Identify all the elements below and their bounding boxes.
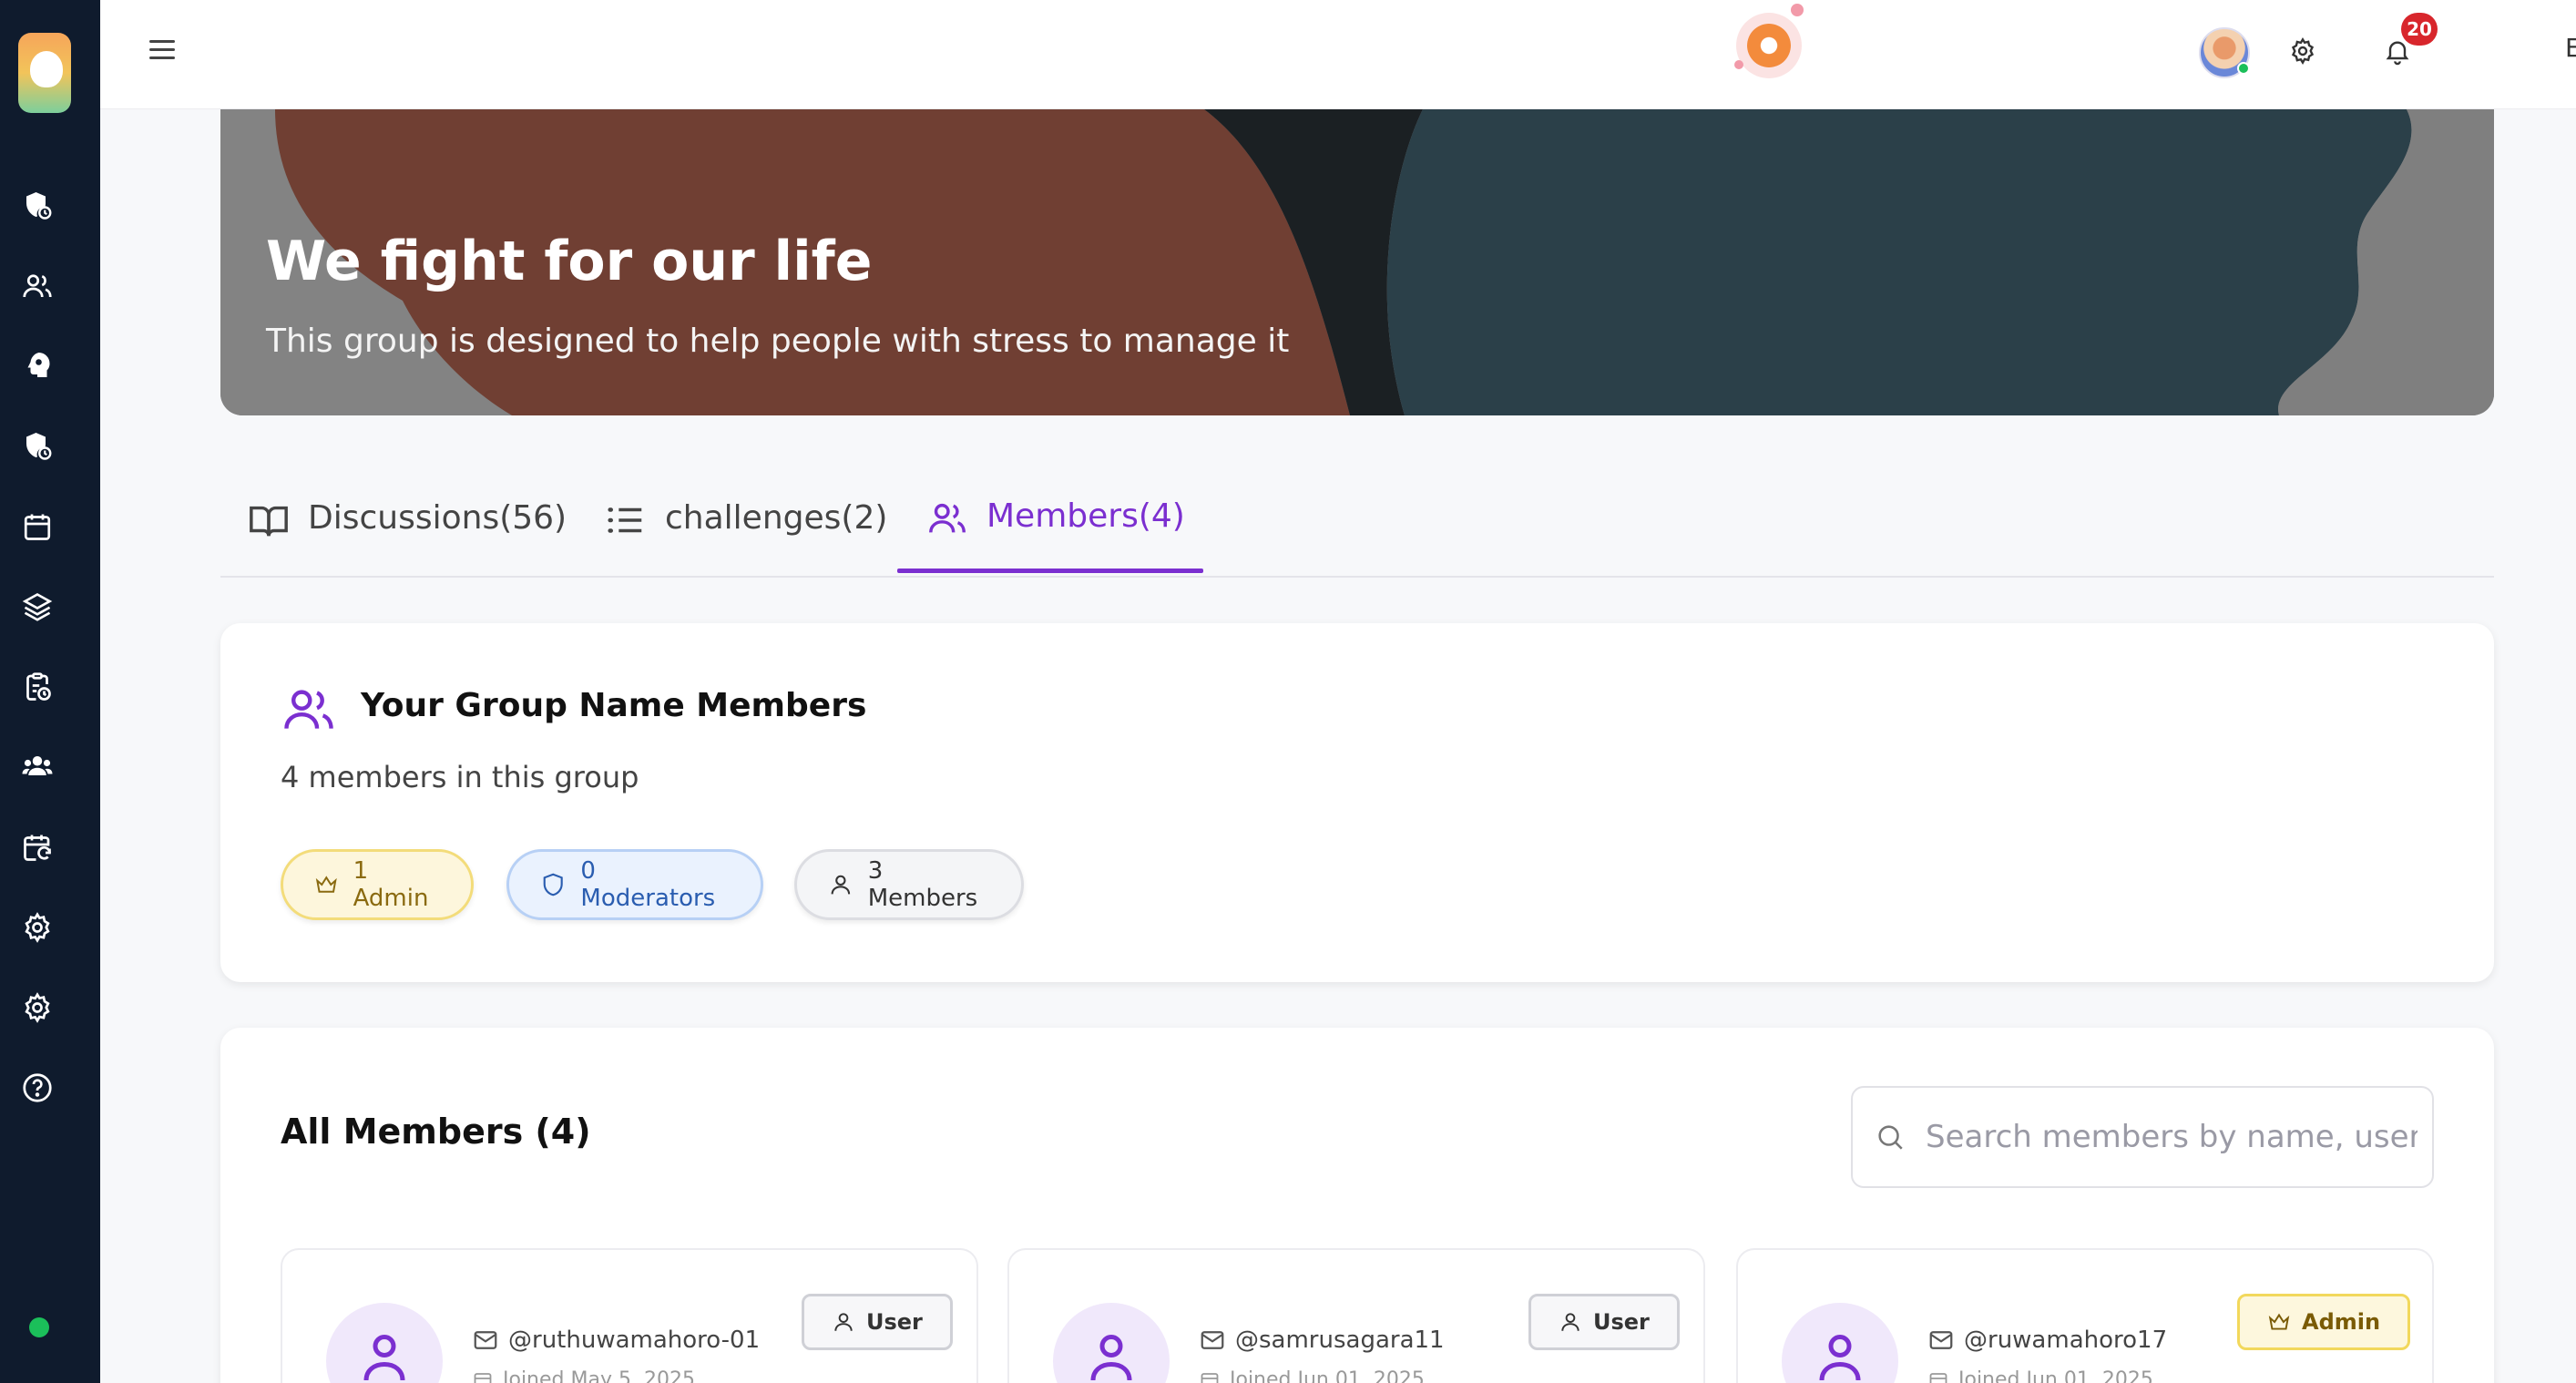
brand-mark-icon[interactable] (1734, 4, 1804, 78)
member-handle-text: @ruthuwamahoro-01 (508, 1327, 761, 1354)
member-avatar (1782, 1303, 1898, 1383)
role-badge-label: Admin (2302, 1309, 2381, 1335)
member-handle: @ruthuwamahoro-01 (472, 1327, 760, 1354)
member-count-pill[interactable]: 3 Members (794, 849, 1024, 920)
top-bar: 20 ENG (100, 0, 2576, 109)
all-members-title: All Members (4) (281, 1112, 591, 1152)
member-handle-text: @ruwamahoro17 (1964, 1327, 2168, 1354)
role-badge-label: User (1593, 1309, 1650, 1335)
clipboard-clock-icon[interactable] (19, 669, 56, 705)
calendar-icon (1201, 1372, 1219, 1383)
shield-clock-icon[interactable] (19, 188, 56, 224)
user-icon (831, 875, 851, 895)
member-card[interactable]: @ruthuwamahoro-01 Joined May 5, 2025 Use… (281, 1248, 978, 1383)
gear-icon[interactable] (19, 909, 56, 946)
tab-discussions-label: Discussions(56) (308, 499, 567, 537)
moderator-count-pill[interactable]: 0 Moderators (506, 849, 763, 920)
admin-count-label: 1 Admin (353, 857, 429, 912)
member-joined: Joined Jun 01, 2025 (1927, 1368, 2153, 1383)
user-icon (1819, 1335, 1861, 1381)
member-joined-text: Joined Jun 01, 2025 (1230, 1368, 1425, 1383)
role-badge: Admin (2237, 1294, 2411, 1350)
group-tabs: Discussions(56) challenges(2) Members(4) (220, 474, 2494, 578)
user-avatar[interactable] (2199, 27, 2250, 78)
shield-icon (543, 873, 563, 896)
tab-members-label: Members(4) (986, 497, 1185, 535)
member-search-input[interactable] (1926, 1119, 2418, 1155)
role-badge-label: User (866, 1309, 923, 1335)
calendar-refresh-icon[interactable] (19, 829, 56, 866)
member-card[interactable]: @ruwamahoro17 Joined Jun 01, 2025 Admin (1736, 1248, 2434, 1383)
crown-icon (315, 876, 337, 893)
online-status-dot (29, 1317, 49, 1337)
calendar-icon[interactable] (19, 508, 56, 545)
settings-gear-icon[interactable] (2285, 33, 2321, 69)
group-description: This group is designed to help people wi… (266, 323, 1290, 360)
notification-badge: 20 (2401, 13, 2438, 46)
members-count-text: 4 members in this group (281, 760, 639, 794)
member-count-label: 3 Members (867, 857, 978, 912)
member-joined: Joined May 5, 2025 (472, 1368, 695, 1383)
users-icon (929, 503, 966, 533)
group-icon[interactable] (19, 749, 56, 785)
users-icon[interactable] (19, 268, 56, 304)
members-summary-title: Your Group Name Members (361, 687, 867, 724)
tab-discussions[interactable]: Discussions(56) (248, 499, 567, 579)
member-handle: @ruwamahoro17 (1927, 1327, 2167, 1354)
group-title: We fight for our life (266, 230, 873, 293)
mail-icon (1201, 1331, 1224, 1349)
tab-challenges-label: challenges(2) (665, 499, 888, 537)
calendar-icon (1929, 1372, 1947, 1383)
moderator-count-label: 0 Moderators (580, 857, 716, 912)
member-handle-text: @samrusagara11 (1235, 1327, 1445, 1354)
group-banner: We fight for our life This group is desi… (220, 109, 2494, 415)
brain-head-icon[interactable] (19, 348, 56, 384)
member-card[interactable]: @samrusagara11 Joined Jun 01, 2025 User (1007, 1248, 1705, 1383)
shield-clock-icon[interactable] (19, 428, 56, 465)
active-tab-indicator (897, 569, 1203, 573)
search-icon (1878, 1125, 1903, 1150)
crown-icon (2268, 1313, 2290, 1330)
layers-icon[interactable] (19, 589, 56, 625)
member-joined: Joined Jun 01, 2025 (1199, 1368, 1425, 1383)
mail-icon (1929, 1331, 1953, 1349)
list-icon (608, 507, 642, 533)
menu-toggle-icon[interactable] (149, 40, 175, 64)
user-icon (1090, 1335, 1132, 1381)
users-icon (284, 690, 333, 729)
member-joined-text: Joined May 5, 2025 (503, 1368, 695, 1383)
user-icon (363, 1335, 405, 1381)
help-icon[interactable] (19, 1070, 56, 1106)
user-icon (1561, 1313, 1579, 1331)
member-avatar (326, 1303, 443, 1383)
app-logo[interactable] (18, 33, 71, 113)
book-icon (250, 506, 288, 537)
sidebar (0, 0, 100, 1383)
role-badge: User (1528, 1294, 1680, 1350)
language-selector[interactable]: ENG (2565, 33, 2576, 63)
member-handle: @samrusagara11 (1199, 1327, 1445, 1354)
calendar-icon (474, 1372, 492, 1383)
member-joined-text: Joined Jun 01, 2025 (1958, 1368, 2153, 1383)
gear-icon[interactable] (19, 989, 56, 1026)
admin-count-pill[interactable]: 1 Admin (281, 849, 474, 920)
user-icon (834, 1313, 853, 1331)
members-summary-card: Your Group Name Members 4 members in thi… (220, 623, 2494, 982)
member-avatar (1053, 1303, 1170, 1383)
mail-icon (474, 1331, 497, 1349)
tab-challenges[interactable]: challenges(2) (605, 499, 887, 579)
role-badge: User (802, 1294, 953, 1350)
tab-members[interactable]: Members(4) (926, 497, 1185, 578)
member-search-box[interactable] (1851, 1086, 2434, 1188)
